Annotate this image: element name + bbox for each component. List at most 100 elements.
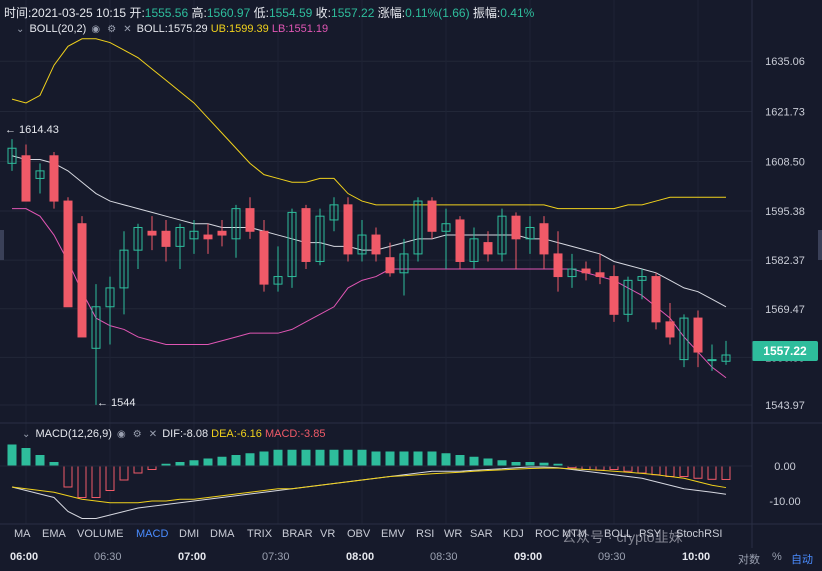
gear-icon[interactable]: ⚙ xyxy=(133,429,142,440)
macd-bar xyxy=(273,449,283,467)
chart-canvas[interactable]: 1635.06 1621.73 1608.50 1595.38 1582.37 1569.… xyxy=(0,0,822,571)
time-axis: 对数 % 自动 06:00 06:30 07:00 07:30 08:00 08:30 09… xyxy=(0,548,822,571)
tab-obv[interactable]: OBV xyxy=(347,528,370,540)
eye-icon[interactable]: ◉ xyxy=(117,429,126,440)
candle-body xyxy=(665,321,675,338)
macd-value: MACD:-3.85 xyxy=(264,428,326,440)
close-icon[interactable]: ✕ xyxy=(123,24,131,35)
left-scroll-handle[interactable] xyxy=(0,230,4,260)
time-tick-label: 06:30 xyxy=(94,551,122,563)
macd-bar xyxy=(245,453,255,467)
macd-bar xyxy=(21,448,31,467)
tab-sar[interactable]: SAR xyxy=(470,528,493,540)
boll-mid-value: BOLL:1575.29 xyxy=(136,23,208,35)
tab-brar[interactable]: BRAR xyxy=(282,528,313,540)
price-tick-label: 1635.06 xyxy=(765,56,805,68)
watermark: 公众号 · crypto韭妹 xyxy=(562,529,683,545)
tab-kdj[interactable]: KDJ xyxy=(503,528,524,540)
tab-dma[interactable]: DMA xyxy=(210,528,234,540)
macd-legend: ⌄ MACD(12,26,9) ◉ ⚙ ✕ DIF:-8.08 DEA:-6.1… xyxy=(20,428,325,440)
time-tick-label: 09:00 xyxy=(514,551,543,563)
tab-wr[interactable]: WR xyxy=(444,528,462,540)
price-tick-label: 1621.73 xyxy=(765,107,805,119)
tab-stochrsi[interactable]: StochRSI xyxy=(676,528,722,540)
macd-indicator-name: MACD(12,26,9) xyxy=(35,428,112,440)
tab-ema[interactable]: EMA xyxy=(42,528,66,540)
chevron-down-icon[interactable]: ⌄ xyxy=(22,429,30,440)
tab-macd[interactable]: MACD xyxy=(136,528,168,540)
tab-roc[interactable]: ROC xyxy=(535,528,559,540)
price-tick-label: 1595.38 xyxy=(765,206,805,218)
candle-body xyxy=(539,223,549,255)
macd-dif-value: DIF:-8.08 xyxy=(162,428,209,440)
candle-body xyxy=(161,230,171,247)
low-marker: ← 1544 xyxy=(97,397,136,409)
macd-dea-value: DEA:-6.16 xyxy=(211,428,262,440)
close-value: 1557.22 xyxy=(331,6,375,20)
high-value: 1560.97 xyxy=(206,6,251,20)
macd-bar xyxy=(343,449,353,467)
price-tick-label: 1543.97 xyxy=(765,400,805,412)
price-tick-label: 1608.50 xyxy=(765,156,805,168)
tab-volume[interactable]: VOLUME xyxy=(77,528,123,540)
tab-trix[interactable]: TRIX xyxy=(247,528,272,540)
current-price-label: 1557.22 xyxy=(763,344,807,358)
macd-bar xyxy=(427,451,437,467)
eye-icon[interactable]: ◉ xyxy=(91,24,100,35)
candle-body xyxy=(77,223,87,338)
candle-body xyxy=(343,204,353,255)
candle-body xyxy=(483,242,493,255)
chevron-down-icon[interactable]: ⌄ xyxy=(16,24,24,35)
auto-scale-button[interactable]: 自动 xyxy=(791,551,813,567)
candle-body xyxy=(427,200,437,232)
macd-bar xyxy=(217,456,227,467)
close-icon[interactable]: ✕ xyxy=(149,429,157,440)
percent-scale-button[interactable]: % xyxy=(772,551,782,563)
time-tick-label: 07:00 xyxy=(178,551,207,563)
macd-bar xyxy=(287,449,297,467)
candle-body xyxy=(63,200,73,308)
low-value: 1554.59 xyxy=(268,6,313,20)
candle-body xyxy=(217,230,227,236)
macd-bar xyxy=(469,456,479,467)
macd-bar xyxy=(7,444,17,467)
time-tick-label: 06:00 xyxy=(10,551,39,563)
macd-bar xyxy=(525,462,535,467)
price-tick-label: 1582.37 xyxy=(765,255,805,267)
tab-rsi[interactable]: RSI xyxy=(416,528,434,540)
tab-ma[interactable]: MA xyxy=(14,528,31,540)
macd-bar xyxy=(315,449,325,467)
candle-body xyxy=(301,208,311,262)
macd-bar xyxy=(231,455,241,467)
tab-dmi[interactable]: DMI xyxy=(179,528,199,540)
time-tick-label: 10:00 xyxy=(682,551,711,563)
macd-bar xyxy=(357,449,367,467)
time-tick-label: 09:30 xyxy=(598,551,626,563)
tab-emv[interactable]: EMV xyxy=(381,528,405,540)
right-scroll-handle[interactable] xyxy=(818,230,822,260)
macd-tick-label: -10.00 xyxy=(769,496,800,508)
bar-time: 2021-03-25 10:15 xyxy=(31,6,127,20)
open-value: 1555.56 xyxy=(144,6,189,20)
macd-bar xyxy=(497,460,507,467)
candle-body xyxy=(49,155,59,202)
macd-bar xyxy=(413,451,423,467)
high-marker: ← 1614.43 xyxy=(5,124,59,136)
candle-body xyxy=(147,230,157,236)
macd-bar xyxy=(49,462,59,467)
boll-indicator-name: BOLL(20,2) xyxy=(29,23,87,35)
macd-bar xyxy=(189,460,199,467)
candle-body xyxy=(693,317,703,353)
macd-bar xyxy=(483,458,493,467)
candle-body xyxy=(259,230,269,285)
macd-bar xyxy=(329,449,339,467)
candle-body xyxy=(707,359,717,362)
time-tick-label: 08:30 xyxy=(430,551,458,563)
macd-bar xyxy=(441,453,451,467)
boll-lb-value: LB:1551.19 xyxy=(271,23,329,35)
tab-vr[interactable]: VR xyxy=(320,528,335,540)
gear-icon[interactable]: ⚙ xyxy=(107,24,116,35)
macd-bar xyxy=(175,462,185,467)
price-tick-label: 1569.47 xyxy=(765,304,805,316)
log-scale-button[interactable]: 对数 xyxy=(738,551,760,567)
